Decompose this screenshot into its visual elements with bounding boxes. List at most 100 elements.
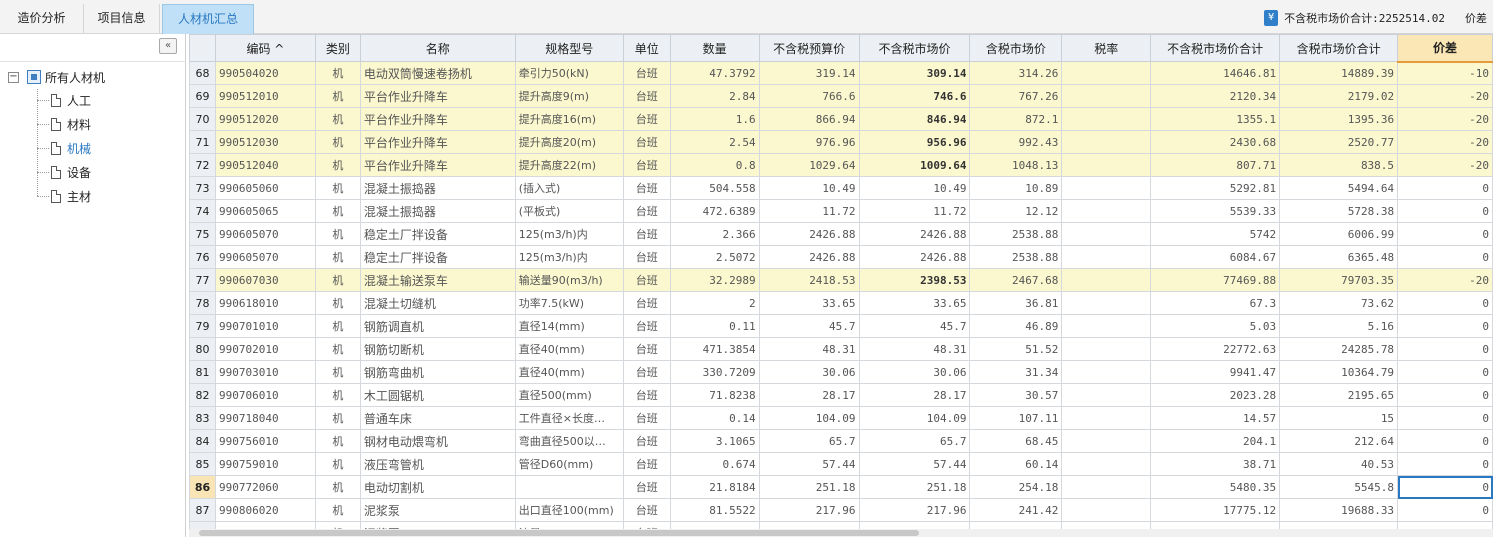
cell-quantity[interactable]: 1.6 xyxy=(669,107,760,131)
cell-quantity[interactable]: 0.8 xyxy=(669,153,760,177)
cell-code[interactable]: 990772060 xyxy=(214,475,316,499)
cell-tax-rate[interactable] xyxy=(1061,475,1152,499)
cell-budget-price[interactable]: 2426.88 xyxy=(758,245,860,269)
cell-type[interactable]: 机 xyxy=(314,291,361,315)
table-row[interactable]: 68 990504020 机电动双筒慢速卷扬机 牵引力50(kN) 台班 47.3792 3… xyxy=(189,61,1493,85)
cell-quantity[interactable]: 2.54 xyxy=(669,130,760,154)
tree-item-main-material[interactable]: 主材 xyxy=(37,186,91,206)
table-row[interactable]: 82 990706010 机木工圆锯机 直径500(mm) 台班 71.8238 28.17… xyxy=(189,383,1493,407)
tree-item-labor[interactable]: 人工 xyxy=(37,90,91,110)
cell-market-price[interactable]: 11.72 xyxy=(858,199,971,223)
cell-tax-rate[interactable] xyxy=(1061,406,1152,430)
cell-type[interactable]: 机 xyxy=(314,176,361,200)
cell-tax-rate[interactable] xyxy=(1061,383,1152,407)
cell-price-diff[interactable]: -20 xyxy=(1397,153,1493,177)
table-row[interactable]: 75 990605070 机稳定土厂拌设备 125(m3/h)内 台班 2.366 2426… xyxy=(189,222,1493,246)
cell-unit[interactable]: 台班 xyxy=(622,475,671,499)
cell-market-price[interactable]: 2398.53 xyxy=(858,268,971,292)
cell-market-price-tax[interactable]: 1048.13 xyxy=(969,153,1063,177)
cell-market-total[interactable]: 5539.33 xyxy=(1150,199,1281,223)
cell-quantity[interactable]: 0.11 xyxy=(669,314,760,338)
cell-market-price-tax[interactable]: 241.42 xyxy=(969,498,1063,522)
cell-market-price[interactable]: 48.31 xyxy=(858,337,971,361)
cell-market-tax-total[interactable]: 73.62 xyxy=(1279,291,1399,315)
cell-name[interactable]: 混凝土振捣器 xyxy=(359,199,516,223)
cell-market-total[interactable]: 5742 xyxy=(1150,222,1281,246)
cell-price-diff[interactable]: 0 xyxy=(1397,475,1493,499)
cell-market-total[interactable]: 9941.47 xyxy=(1150,360,1281,384)
cell-market-price-tax[interactable]: 51.52 xyxy=(969,337,1063,361)
cell-price-diff[interactable]: 0 xyxy=(1397,222,1493,246)
cell-type[interactable]: 机 xyxy=(314,199,361,223)
column-header-unit[interactable]: 单位 xyxy=(622,34,671,62)
cell-spec[interactable]: 125(m3/h)内 xyxy=(514,245,624,269)
cell-budget-price[interactable]: 45.7 xyxy=(758,314,860,338)
cell-unit[interactable]: 台班 xyxy=(622,291,671,315)
cell-market-tax-total[interactable]: 10364.79 xyxy=(1279,360,1399,384)
cell-market-price-tax[interactable]: 872.1 xyxy=(969,107,1063,131)
cell-name[interactable]: 液压弯管机 xyxy=(359,452,516,476)
cell-market-price[interactable]: 2426.88 xyxy=(858,245,971,269)
cell-code[interactable]: 990512020 xyxy=(214,107,316,131)
cell-tax-rate[interactable] xyxy=(1061,153,1152,177)
column-header-code[interactable]: 编码 ^ xyxy=(214,34,316,62)
cell-unit[interactable]: 台班 xyxy=(622,383,671,407)
table-row[interactable]: 77 990607030 机混凝土输送泵车 输送量90(m3/h) 台班 32.2989 2… xyxy=(189,268,1493,292)
cell-market-price[interactable]: 956.96 xyxy=(858,130,971,154)
cell-price-diff[interactable]: 0 xyxy=(1397,429,1493,453)
cell-spec[interactable]: 输送量90(m3/h) xyxy=(514,268,624,292)
cell-market-price[interactable]: 1009.64 xyxy=(858,153,971,177)
cell-price-diff[interactable]: 0 xyxy=(1397,406,1493,430)
cell-market-price-tax[interactable]: 31.34 xyxy=(969,360,1063,384)
cell-type[interactable]: 机 xyxy=(314,452,361,476)
table-row[interactable]: 76 990605070 机稳定土厂拌设备 125(m3/h)内 台班 2.5072 242… xyxy=(189,245,1493,269)
cell-market-price-tax[interactable]: 2467.68 xyxy=(969,268,1063,292)
cell-market-price-tax[interactable]: 107.11 xyxy=(969,406,1063,430)
cell-market-price[interactable]: 57.44 xyxy=(858,452,971,476)
cell-market-price-tax[interactable]: 12.12 xyxy=(969,199,1063,223)
cell-spec[interactable]: (插入式) xyxy=(514,176,624,200)
cell-tax-rate[interactable] xyxy=(1061,199,1152,223)
cell-type[interactable]: 机 xyxy=(314,153,361,177)
cell-code[interactable]: 990512010 xyxy=(214,84,316,108)
cell-code[interactable]: 990718040 xyxy=(214,406,316,430)
cell-market-total[interactable]: 5.03 xyxy=(1150,314,1281,338)
cell-code[interactable]: 990605060 xyxy=(214,176,316,200)
cell-market-price-tax[interactable]: 30.57 xyxy=(969,383,1063,407)
cell-market-total[interactable]: 5292.81 xyxy=(1150,176,1281,200)
cell-budget-price[interactable]: 251.18 xyxy=(758,475,860,499)
cell-type[interactable]: 机 xyxy=(314,475,361,499)
cell-spec[interactable]: 直径40(mm) xyxy=(514,337,624,361)
cell-price-diff[interactable]: 0 xyxy=(1397,360,1493,384)
cell-unit[interactable]: 台班 xyxy=(622,130,671,154)
cell-spec[interactable]: (平板式) xyxy=(514,199,624,223)
column-header-market-price[interactable]: 不含税市场价 xyxy=(858,34,971,62)
table-row[interactable]: 69 990512010 机平台作业升降车 提升高度9(m) 台班 2.84 766.6 74… xyxy=(189,84,1493,108)
cell-budget-price[interactable]: 30.06 xyxy=(758,360,860,384)
cell-type[interactable]: 机 xyxy=(314,222,361,246)
double-chevron-left-icon[interactable]: « xyxy=(159,38,177,54)
cell-budget-price[interactable]: 65.7 xyxy=(758,429,860,453)
cell-market-price-tax[interactable]: 60.14 xyxy=(969,452,1063,476)
cell-name[interactable]: 电动双筒慢速卷扬机 xyxy=(359,61,516,85)
cell-quantity[interactable]: 3.1065 xyxy=(669,429,760,453)
cell-tax-rate[interactable] xyxy=(1061,130,1152,154)
cell-code[interactable]: 990605070 xyxy=(214,245,316,269)
cell-market-tax-total[interactable]: 19688.33 xyxy=(1279,498,1399,522)
cell-tax-rate[interactable] xyxy=(1061,268,1152,292)
cell-spec[interactable]: 直径14(mm) xyxy=(514,314,624,338)
cell-unit[interactable]: 台班 xyxy=(622,245,671,269)
cell-name[interactable]: 电动切割机 xyxy=(359,475,516,499)
cell-budget-price[interactable]: 866.94 xyxy=(758,107,860,131)
cell-type[interactable]: 机 xyxy=(314,245,361,269)
cell-market-tax-total[interactable]: 2195.65 xyxy=(1279,383,1399,407)
cell-market-price-tax[interactable]: 10.89 xyxy=(969,176,1063,200)
cell-market-total[interactable]: 14646.81 xyxy=(1150,61,1281,85)
column-header-budget-price[interactable]: 不含税预算价 xyxy=(758,34,860,62)
cell-name[interactable]: 平台作业升降车 xyxy=(359,107,516,131)
cell-market-price[interactable]: 28.17 xyxy=(858,383,971,407)
cell-name[interactable]: 平台作业升降车 xyxy=(359,153,516,177)
cell-market-total[interactable]: 14.57 xyxy=(1150,406,1281,430)
cell-code[interactable]: 990504020 xyxy=(214,61,316,85)
cell-quantity[interactable]: 47.3792 xyxy=(669,61,760,85)
